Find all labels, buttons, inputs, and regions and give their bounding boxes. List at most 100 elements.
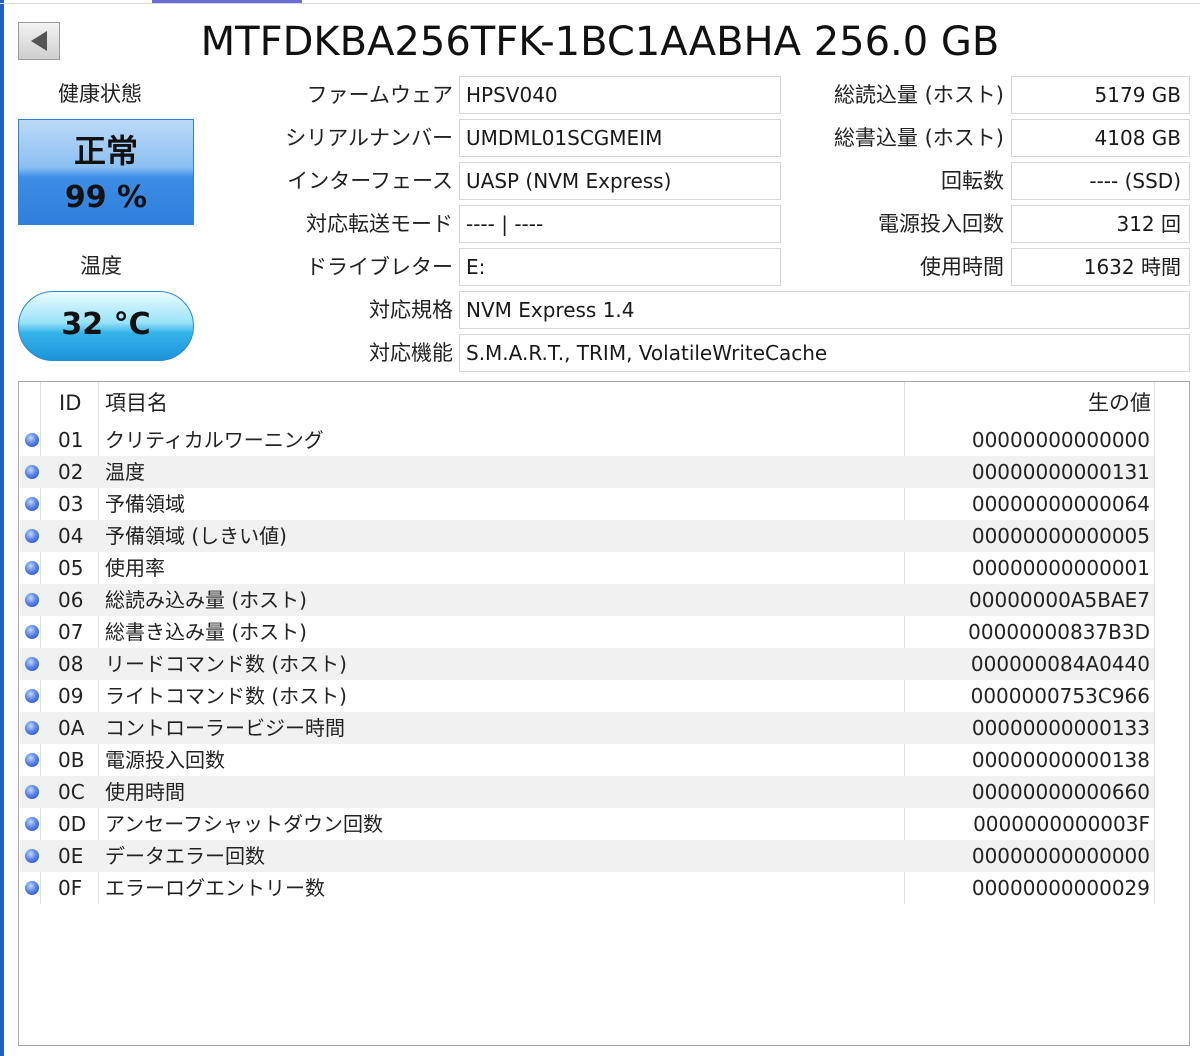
row-raw-value: 00000000A5BAE7 <box>969 588 1150 612</box>
row-id: 05 <box>58 556 84 580</box>
status-dot-icon <box>25 625 39 639</box>
table-row[interactable]: 0E データエラー回数 00000000000000 <box>20 840 1154 872</box>
firmware-label: ファームウェア <box>306 83 453 107</box>
row-raw-value: 00000000000133 <box>971 716 1150 740</box>
row-id: 06 <box>58 588 84 612</box>
row-id: 01 <box>58 428 84 452</box>
row-name: 総読み込み量 (ホスト) <box>105 588 307 612</box>
temperature-value: 32 °C <box>61 307 151 342</box>
table-row[interactable]: 08 リードコマンド数 (ホスト) 000000084A0440 <box>20 648 1154 680</box>
rotation-label: 回転数 <box>941 169 1004 193</box>
smart-attribute-table[interactable]: ID 項目名 生の値 01 クリティカルワーニング 00000000000000… <box>18 381 1190 1046</box>
status-dot-icon <box>25 561 39 575</box>
table-row[interactable]: 03 予備領域 00000000000064 <box>20 488 1154 520</box>
table-row[interactable]: 04 予備領域 (しきい値) 00000000000005 <box>20 520 1154 552</box>
row-raw-value: 00000000000064 <box>971 492 1150 516</box>
row-raw-value: 00000000837B3D <box>968 620 1150 644</box>
row-raw-value: 0000000753C966 <box>970 684 1150 708</box>
status-dot-icon <box>25 593 39 607</box>
host-writes-field: 4108 GB <box>1011 119 1190 157</box>
standard-field: NVM Express 1.4 <box>459 291 1190 329</box>
transfer-mode-field: ---- | ---- <box>459 205 781 243</box>
host-writes-label: 総書込量 (ホスト) <box>833 126 1004 150</box>
row-name: コントローラービジー時間 <box>105 716 345 740</box>
row-name: 温度 <box>105 460 145 484</box>
row-raw-value: 00000000000001 <box>971 556 1150 580</box>
status-dot-icon <box>25 881 39 895</box>
row-name: エラーログエントリー数 <box>105 876 325 900</box>
firmware-field: HPSV040 <box>459 76 781 114</box>
row-raw-value: 00000000000138 <box>971 748 1150 772</box>
status-dot-icon <box>25 817 39 831</box>
interface-label: インターフェース <box>287 169 453 193</box>
status-dot-icon <box>25 753 39 767</box>
temperature-box[interactable]: 32 °C <box>18 291 194 361</box>
status-dot-icon <box>25 657 39 671</box>
row-raw-value: 00000000000660 <box>971 780 1150 804</box>
header-name[interactable]: 項目名 <box>105 388 168 418</box>
status-dot-icon <box>25 465 39 479</box>
health-percent: 99 % <box>64 180 148 215</box>
table-row[interactable]: 0D アンセーフシャットダウン回数 0000000000003F <box>20 808 1154 840</box>
row-name: 使用率 <box>105 556 165 580</box>
row-id: 0C <box>58 780 85 804</box>
host-reads-field: 5179 GB <box>1011 76 1190 114</box>
temperature-label: 温度 <box>80 254 122 278</box>
status-dot-icon <box>25 529 39 543</box>
host-reads-label: 総読込量 (ホスト) <box>833 83 1004 107</box>
row-id: 03 <box>58 492 84 516</box>
row-name: リードコマンド数 (ホスト) <box>105 652 347 676</box>
row-id: 0A <box>58 716 85 740</box>
row-name: クリティカルワーニング <box>105 428 324 452</box>
status-dot-icon <box>25 721 39 735</box>
row-id: 08 <box>58 652 84 676</box>
table-row[interactable]: 06 総読み込み量 (ホスト) 00000000A5BAE7 <box>20 584 1154 616</box>
row-raw-value: 00000000000000 <box>971 844 1150 868</box>
interface-field: UASP (NVM Express) <box>459 162 781 200</box>
header-raw-value[interactable]: 生の値 <box>1088 388 1151 418</box>
table-row[interactable]: 01 クリティカルワーニング 00000000000000 <box>20 424 1154 456</box>
features-label: 対応機能 <box>369 341 453 365</box>
health-label: 健康状態 <box>58 82 142 106</box>
table-header: ID 項目名 生の値 <box>19 382 1155 424</box>
row-name: 使用時間 <box>105 780 185 804</box>
row-name: 予備領域 (しきい値) <box>105 524 287 548</box>
row-name: 電源投入回数 <box>105 748 225 772</box>
row-id: 02 <box>58 460 84 484</box>
drive-letter-label: ドライブレター <box>306 255 453 279</box>
power-on-count-field: 312 回 <box>1011 205 1190 243</box>
row-raw-value: 00000000000131 <box>971 460 1150 484</box>
table-row[interactable]: 05 使用率 00000000000001 <box>20 552 1154 584</box>
row-name: 総書き込み量 (ホスト) <box>105 620 307 644</box>
drive-letter-field: E: <box>459 248 781 286</box>
row-raw-value: 00000000000005 <box>971 524 1150 548</box>
table-row[interactable]: 0C 使用時間 00000000000660 <box>20 776 1154 808</box>
status-dot-icon <box>25 497 39 511</box>
row-raw-value: 000000084A0440 <box>970 652 1150 676</box>
rotation-field: ---- (SSD) <box>1011 162 1190 200</box>
table-row[interactable]: 09 ライトコマンド数 (ホスト) 0000000753C966 <box>20 680 1154 712</box>
row-id: 0B <box>58 748 85 772</box>
row-raw-value: 0000000000003F <box>973 812 1150 836</box>
row-id: 07 <box>58 620 84 644</box>
drive-title: MTFDKBA256TFK-1BC1AABHA 256.0 GB <box>200 19 1000 65</box>
row-id: 0E <box>58 844 84 868</box>
status-dot-icon <box>25 689 39 703</box>
status-dot-icon <box>25 433 39 447</box>
table-row[interactable]: 0A コントローラービジー時間 00000000000133 <box>20 712 1154 744</box>
transfer-mode-label: 対応転送モード <box>306 212 453 236</box>
row-name: 予備領域 <box>105 492 185 516</box>
row-raw-value: 00000000000000 <box>971 428 1150 452</box>
row-name: アンセーフシャットダウン回数 <box>105 812 383 836</box>
header-id[interactable]: ID <box>59 388 81 418</box>
table-row[interactable]: 02 温度 00000000000131 <box>20 456 1154 488</box>
features-field: S.M.A.R.T., TRIM, VolatileWriteCache <box>459 334 1190 372</box>
status-dot-icon <box>25 849 39 863</box>
power-on-count-label: 電源投入回数 <box>878 212 1004 236</box>
health-status-box[interactable]: 正常 99 % <box>18 119 194 225</box>
table-row[interactable]: 0B 電源投入回数 00000000000138 <box>20 744 1154 776</box>
table-row[interactable]: 0F エラーログエントリー数 00000000000029 <box>20 872 1154 904</box>
standard-label: 対応規格 <box>369 298 453 322</box>
row-id: 04 <box>58 524 84 548</box>
table-row[interactable]: 07 総書き込み量 (ホスト) 00000000837B3D <box>20 616 1154 648</box>
